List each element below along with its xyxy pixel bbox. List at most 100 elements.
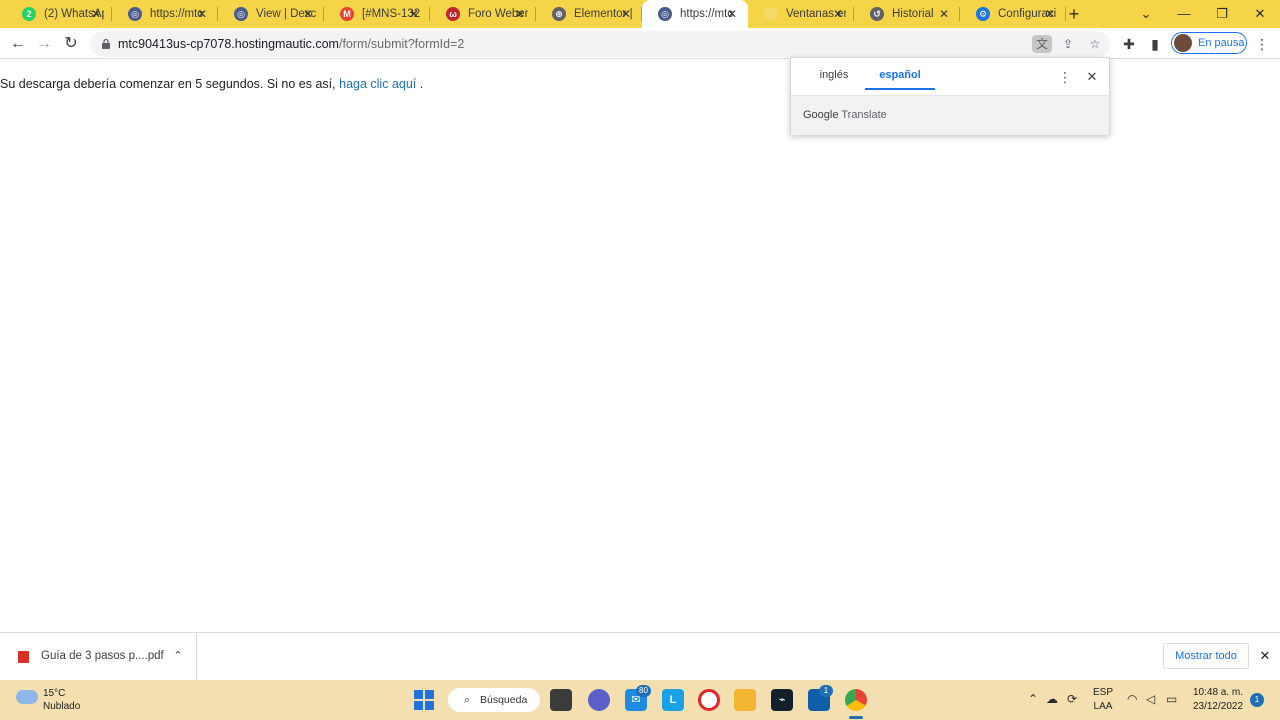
download-message: Su descarga debería comenzar en 5 segund… [0,77,423,91]
tab-close-icon[interactable]: ✕ [88,6,104,22]
more-menu-icon[interactable]: ⋮ [1252,34,1272,54]
teams-chat-icon[interactable] [588,689,610,711]
weather-temperature[interactable]: 15°C [43,688,65,699]
browser-tab[interactable]: ◎ https://mtc ✕ [112,0,218,28]
tab-target-language[interactable]: español [865,58,935,90]
tab-close-icon[interactable]: ✕ [406,6,422,22]
taskbar-search[interactable]: ⌕ Búsqueda [448,688,540,712]
mail-badge: 80 [636,685,651,697]
tab-search-chevron-icon[interactable]: ⌄ [1128,0,1164,28]
extensions-puzzle-icon[interactable]: ✚ [1119,34,1139,54]
maximize-button[interactable]: ❐ [1204,0,1240,28]
url-path: /form/submit?formId=2 [338,37,465,51]
battery-icon[interactable]: ▭ [1166,692,1177,706]
minimize-button[interactable]: — [1166,0,1202,28]
download-bar: Guía de 3 pasos p....pdf ⌃ Mostrar todo … [0,632,1280,680]
chevron-up-icon[interactable]: ⌃ [170,647,186,665]
task-view-icon[interactable] [550,689,572,711]
tab-favicon-icon: ↺ [870,7,884,21]
show-all-button[interactable]: Mostrar todo [1163,643,1249,669]
close-download-bar-icon[interactable]: ✕ [1256,647,1274,665]
translate-options-icon[interactable]: ⋮ [1055,67,1075,87]
browser-tab[interactable]: 2(2) WhatsApp✕ [6,0,112,28]
tab-close-icon[interactable]: ✕ [300,6,316,22]
back-button[interactable]: ← [6,32,30,56]
weather-description[interactable]: Nublado [43,701,80,712]
windows-start-icon[interactable] [414,690,434,710]
translate-language-tabs: inglés español ⋮ ✕ [791,58,1109,96]
clock-time[interactable]: 10:48 a. m. [1188,687,1248,698]
side-panel-icon[interactable]: ▮ [1145,34,1165,54]
browser-tab[interactable]: ⊕ Elementor | ✕ [536,0,642,28]
tab-favicon-icon: ⊕ [552,7,566,21]
tab-favicon-icon [764,7,778,21]
bookmark-star-icon[interactable]: ☆ [1085,35,1105,53]
clock-date[interactable]: 23/12/2022 [1188,701,1248,712]
url-domain: mtc90413us-cp7078.hostingmautic.com [118,37,339,51]
url-text: mtc90413us-cp7078.hostingmautic.com/form… [118,37,464,51]
browser-window: + ⌄ — ❐ ✕ 2(2) WhatsApp✕◎https://mtc✕◎Vi… [0,0,1280,720]
translate-branding: Google Translate [791,96,1109,135]
google-translate-logo: Google Translate [803,109,887,121]
forward-button[interactable]: → [32,32,56,56]
opera-icon[interactable] [698,689,720,711]
chrome-icon[interactable] [845,689,867,711]
browser-tab[interactable]: ⚙ Configuraci ✕ [960,0,1066,28]
tab-close-icon[interactable]: ✕ [1042,6,1058,22]
volume-icon[interactable]: ◁ [1146,692,1155,706]
browser-tab[interactable]: ◎ View | Desc ✕ [218,0,324,28]
l-app-icon[interactable]: L [662,689,684,711]
wifi-icon[interactable]: ◠ [1127,692,1137,706]
store-badge: 1 [819,685,833,697]
download-message-text: Su descarga debería comenzar en 5 segund… [0,77,336,91]
search-icon: ⌕ [464,694,471,706]
browser-tab[interactable]: M [#MNS-132 ✕ [324,0,430,28]
click-here-link[interactable]: haga clic aquí [339,77,416,91]
cloud-icon[interactable] [16,690,38,704]
tab-favicon-icon: ◎ [128,7,142,21]
profile-button[interactable]: En pausa [1171,32,1247,54]
tab-favicon-icon: ω [446,7,460,21]
download-item[interactable]: Guía de 3 pasos p....pdf ⌃ [0,633,197,680]
close-window-button[interactable]: ✕ [1242,0,1278,28]
browser-tab[interactable]: ↺ Historial ✕ [854,0,960,28]
tab-favicon-icon: ◎ [234,7,248,21]
lock-icon[interactable] [100,38,112,50]
close-icon[interactable]: ✕ [1082,67,1102,87]
tab-favicon-icon: 2 [22,7,36,21]
share-icon[interactable]: ⇪ [1058,35,1078,53]
tab-close-icon[interactable]: ✕ [830,6,846,22]
new-tab-button[interactable]: + [1064,4,1084,24]
tab-source-language[interactable]: inglés [799,58,869,90]
download-message-suffix: . [416,77,424,91]
tab-close-icon[interactable]: ✕ [724,6,740,22]
tab-close-icon[interactable]: ✕ [936,6,952,22]
taskbar: 15°C Nublado ⌕ Búsqueda ✉ 80 L ⌁ 1 ⌃ ☁ ⟳… [0,680,1280,720]
toolbar: ← → ↻ mtc90413us-cp7078.hostingmautic.co… [0,28,1280,59]
translate-popup: inglés español ⋮ ✕ Google Translate [790,57,1110,135]
address-bar[interactable]: mtc90413us-cp7078.hostingmautic.com/form… [90,31,1110,57]
browser-tab[interactable]: ◎ https://mtc ✕ [642,0,748,28]
tab-close-icon[interactable]: ✕ [618,6,634,22]
file-explorer-icon[interactable] [734,689,756,711]
download-file-name: Guía de 3 pasos p....pdf [41,650,164,662]
chevron-up-icon[interactable]: ⌃ [1028,692,1038,706]
tab-favicon-icon: ⚙ [976,7,990,21]
sync-icon[interactable]: ⟳ [1067,692,1077,706]
language-indicator-top[interactable]: ESP [1093,687,1113,698]
translate-icon[interactable]: 文 [1032,35,1052,53]
browser-tab[interactable]: ω Foro Weber ✕ [430,0,536,28]
reload-button[interactable]: ↻ [59,32,83,56]
tab-close-icon[interactable]: ✕ [512,6,528,22]
taskbar-search-label: Búsqueda [480,694,528,706]
tab-close-icon[interactable]: ✕ [194,6,210,22]
onedrive-cloud-icon[interactable]: ☁ [1046,692,1058,706]
terminal-app-icon[interactable]: ⌁ [771,689,793,711]
language-indicator-bottom[interactable]: LAA [1093,701,1113,712]
active-app-indicator [849,716,863,719]
google-wordmark: Google [803,109,839,121]
browser-tab[interactable]: Ventanas er ✕ [748,0,854,28]
notification-badge[interactable]: 1 [1250,693,1264,707]
avatar [1174,34,1192,52]
tab-favicon-icon: ◎ [658,7,672,21]
